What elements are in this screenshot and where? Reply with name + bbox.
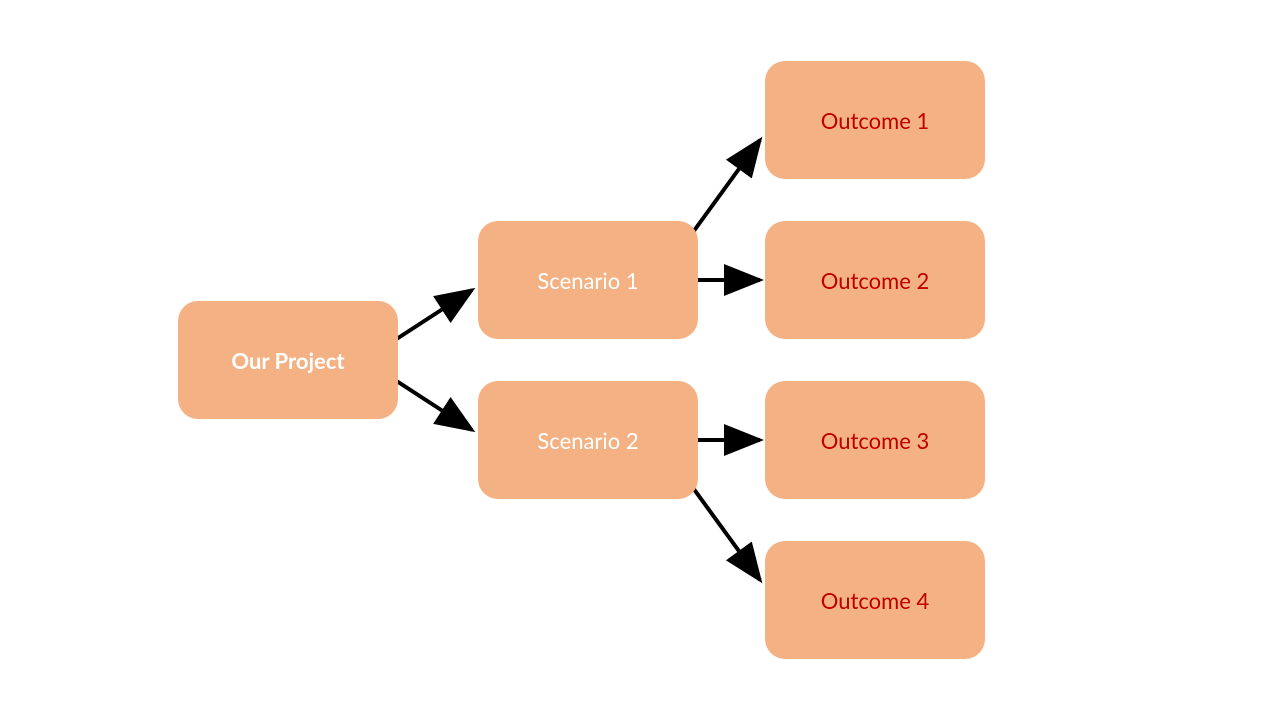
scenario-node-2: Scenario 2 (478, 381, 698, 499)
root-label: Our Project (231, 347, 344, 374)
scenario-1-label: Scenario 1 (537, 267, 638, 294)
outcome-4-label: Outcome 4 (821, 587, 929, 614)
scenario-2-label: Scenario 2 (537, 427, 638, 454)
outcome-3-label: Outcome 3 (821, 427, 929, 454)
outcome-node-4: Outcome 4 (765, 541, 985, 659)
scenario-node-1: Scenario 1 (478, 221, 698, 339)
outcome-2-label: Outcome 2 (821, 267, 929, 294)
root-node: Our Project (178, 301, 398, 419)
outcome-node-3: Outcome 3 (765, 381, 985, 499)
arrow-root-to-scenario2 (395, 380, 472, 430)
outcome-node-2: Outcome 2 (765, 221, 985, 339)
outcome-node-1: Outcome 1 (765, 61, 985, 179)
outcome-1-label: Outcome 1 (821, 107, 929, 134)
arrow-root-to-scenario1 (395, 290, 472, 340)
